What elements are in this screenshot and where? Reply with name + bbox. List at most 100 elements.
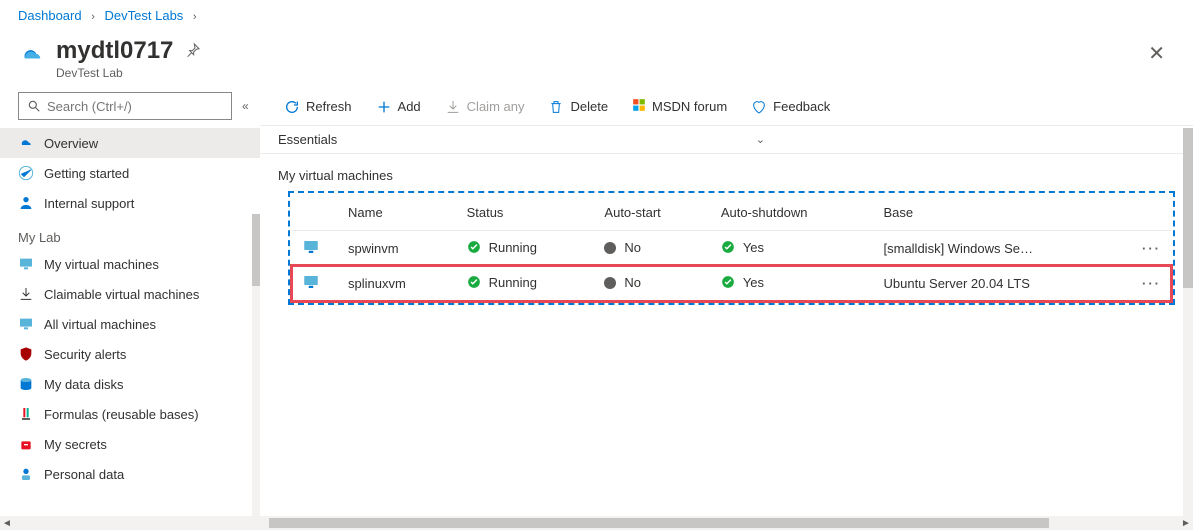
- sidebar-item-security[interactable]: Security alerts: [0, 339, 260, 369]
- cell-autostart: No: [624, 240, 641, 255]
- col-status[interactable]: Status: [457, 195, 595, 231]
- close-icon[interactable]: ✕: [1138, 37, 1175, 70]
- sidebar-item-personal-data[interactable]: Personal data: [0, 459, 260, 489]
- sidebar-item-my-vms[interactable]: My virtual machines: [0, 249, 260, 279]
- sidebar-item-all-vms[interactable]: All virtual machines: [0, 309, 260, 339]
- essentials-toggle[interactable]: Essentials ⌄: [260, 125, 1193, 154]
- claim-any-button: Claim any: [439, 95, 531, 119]
- page-header: mydtl0717 DevTest Lab ✕: [0, 31, 1193, 88]
- vm-icon: [302, 273, 320, 291]
- formula-icon: [18, 406, 34, 422]
- vm-icon: [18, 256, 34, 272]
- chevron-right-icon: ›: [193, 11, 197, 23]
- cell-base: Ubuntu Server 20.04 LTS: [874, 266, 1133, 301]
- overview-icon: [18, 135, 34, 151]
- sidebar-item-getting-started[interactable]: Getting started: [0, 158, 260, 188]
- sidebar-item-label: All virtual machines: [44, 317, 156, 332]
- disk-icon: [18, 376, 34, 392]
- add-button[interactable]: Add: [370, 95, 427, 119]
- table-row[interactable]: spwinvm Running No Yes [smalldisk] Windo…: [292, 231, 1171, 267]
- sidebar-item-label: My data disks: [44, 377, 123, 392]
- sidebar-item-label: Getting started: [44, 166, 129, 181]
- collapse-sidebar-icon[interactable]: «: [242, 99, 249, 113]
- vm-table: Name Status Auto-start Auto-shutdown Bas…: [292, 195, 1171, 301]
- status-running-icon: [467, 240, 481, 254]
- scrollbar-thumb[interactable]: [269, 518, 1049, 528]
- status-running-icon: [467, 275, 481, 289]
- cell-autostart: No: [624, 275, 641, 290]
- scroll-right-icon[interactable]: ►: [1179, 518, 1193, 529]
- search-icon: [27, 99, 41, 113]
- breadcrumb: Dashboard › DevTest Labs ›: [0, 0, 1193, 31]
- sidebar-heading: My Lab: [0, 218, 260, 249]
- heart-icon: [751, 99, 767, 115]
- plus-icon: [376, 99, 392, 115]
- feedback-button[interactable]: Feedback: [745, 95, 836, 119]
- delete-button[interactable]: Delete: [542, 95, 614, 119]
- trash-icon: [548, 99, 564, 115]
- sidebar-item-label: Personal data: [44, 467, 124, 482]
- sidebar-item-secrets[interactable]: My secrets: [0, 429, 260, 459]
- page-title: mydtl0717: [56, 37, 173, 65]
- col-base[interactable]: Base: [874, 195, 1133, 231]
- sidebar-item-label: Internal support: [44, 196, 134, 211]
- section-title: My virtual machines: [260, 154, 1193, 191]
- sidebar-item-internal-support[interactable]: Internal support: [0, 188, 260, 218]
- status-on-icon: [721, 275, 735, 289]
- download-icon: [18, 286, 34, 302]
- sidebar-item-label: Security alerts: [44, 347, 126, 362]
- sidebar-scrollbar[interactable]: [252, 214, 260, 530]
- table-row[interactable]: splinuxvm Running No Yes Ubuntu Server 2…: [292, 266, 1171, 301]
- horizontal-scrollbar[interactable]: ◄ ►: [0, 516, 1193, 530]
- row-more-button[interactable]: ···: [1132, 266, 1171, 301]
- sidebar-item-overview[interactable]: Overview: [0, 128, 260, 158]
- getting-started-icon: [18, 165, 34, 181]
- microsoft-icon: [632, 98, 646, 115]
- refresh-button[interactable]: Refresh: [278, 95, 358, 119]
- chevron-right-icon: ›: [91, 11, 95, 23]
- main-scrollbar[interactable]: [1183, 128, 1193, 522]
- col-autoshutdown[interactable]: Auto-shutdown: [711, 195, 874, 231]
- sidebar-item-formulas[interactable]: Formulas (reusable bases): [0, 399, 260, 429]
- vm-icon: [302, 238, 320, 256]
- msdn-forum-button[interactable]: MSDN forum: [626, 94, 733, 119]
- page-subtitle: DevTest Lab: [56, 66, 201, 80]
- status-off-icon: [604, 242, 616, 254]
- chevron-down-icon: ⌄: [756, 133, 765, 146]
- scrollbar-thumb[interactable]: [252, 214, 260, 286]
- cell-status: Running: [489, 240, 537, 255]
- cell-name: spwinvm: [338, 231, 457, 267]
- sidebar-item-label: My secrets: [44, 437, 107, 452]
- sidebar-item-claimable[interactable]: Claimable virtual machines: [0, 279, 260, 309]
- all-vm-icon: [18, 316, 34, 332]
- scroll-left-icon[interactable]: ◄: [0, 518, 14, 529]
- personal-icon: [18, 466, 34, 482]
- refresh-icon: [284, 99, 300, 115]
- col-autostart[interactable]: Auto-start: [594, 195, 710, 231]
- sidebar-item-data-disks[interactable]: My data disks: [0, 369, 260, 399]
- cell-autoshutdown: Yes: [743, 275, 764, 290]
- download-icon: [445, 99, 461, 115]
- secret-icon: [18, 436, 34, 452]
- scrollbar-thumb[interactable]: [1183, 128, 1193, 288]
- col-name[interactable]: Name: [338, 195, 457, 231]
- main-content: Refresh Add Claim any Delete MSDN forum: [260, 88, 1193, 530]
- sidebar-item-label: Claimable virtual machines: [44, 287, 199, 302]
- toolbar: Refresh Add Claim any Delete MSDN forum: [260, 88, 1193, 125]
- sidebar-item-label: Overview: [44, 136, 98, 151]
- status-off-icon: [604, 277, 616, 289]
- breadcrumb-link[interactable]: Dashboard: [18, 8, 82, 23]
- vm-table-container: Name Status Auto-start Auto-shutdown Bas…: [288, 191, 1175, 305]
- cell-base: [smalldisk] Windows Se…: [874, 231, 1133, 267]
- status-on-icon: [721, 240, 735, 254]
- breadcrumb-link[interactable]: DevTest Labs: [105, 8, 184, 23]
- cell-status: Running: [489, 275, 537, 290]
- row-more-button[interactable]: ···: [1132, 231, 1171, 267]
- cell-autoshutdown: Yes: [743, 240, 764, 255]
- lab-icon: [18, 41, 46, 69]
- sidebar-item-label: My virtual machines: [44, 257, 159, 272]
- sidebar-nav: Overview Getting started Internal suppor…: [0, 128, 260, 530]
- search-input[interactable]: [18, 92, 232, 120]
- pin-icon[interactable]: [185, 37, 201, 65]
- support-icon: [18, 195, 34, 211]
